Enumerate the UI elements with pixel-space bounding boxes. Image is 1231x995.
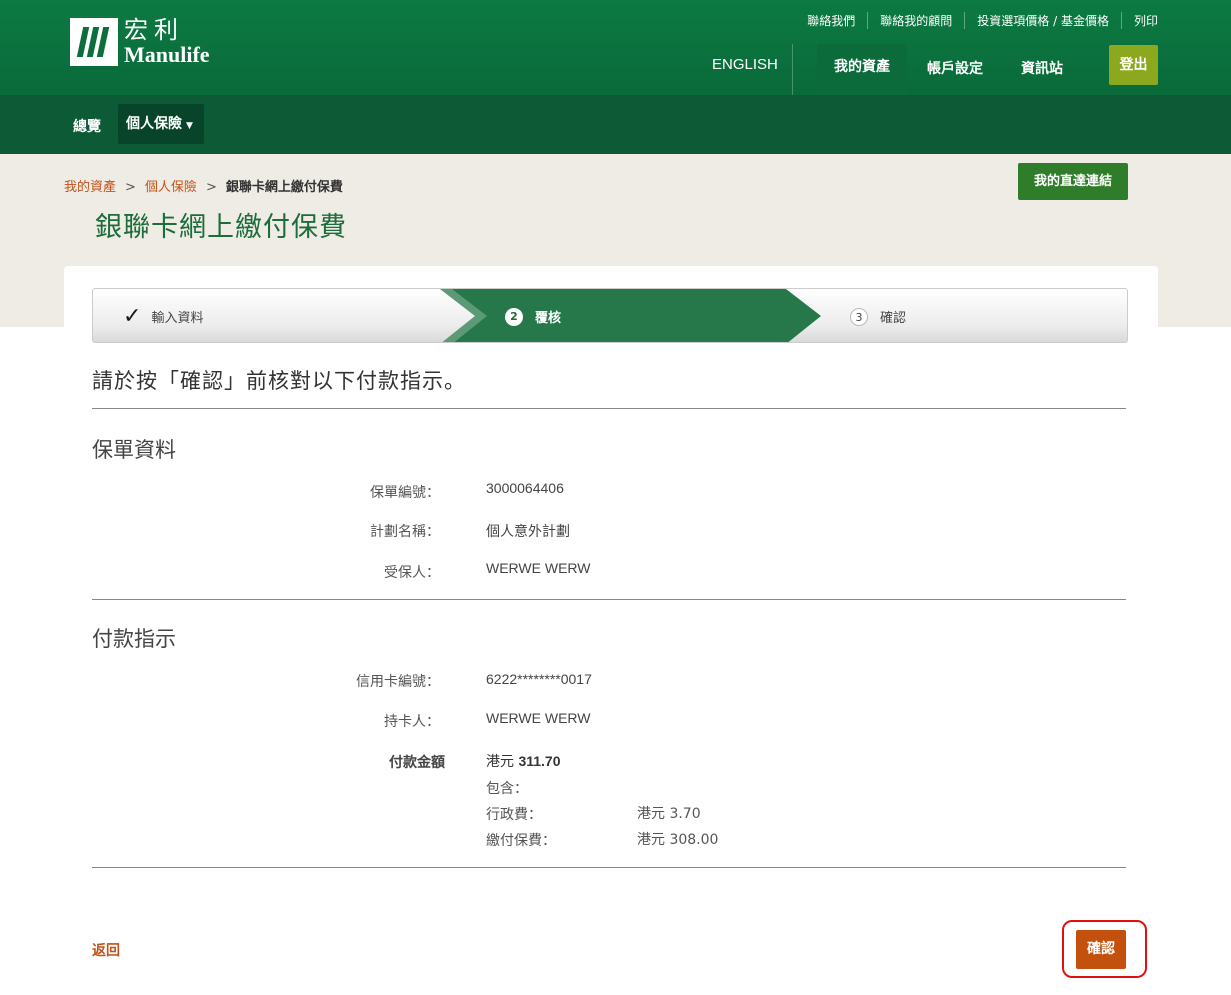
step-label: 輸入資料 [151,311,204,326]
includes-label: 包含： [486,781,528,797]
nav-info-station[interactable]: 資訊站 [1021,58,1063,78]
breadcrumb-separator: > [125,180,136,195]
step-label: 覆核 [535,311,562,326]
nav-divider [792,44,793,95]
contact-us-link[interactable]: 聯絡我們 [795,12,867,29]
breadcrumb-current: 銀聯卡網上繳付保費 [225,180,343,195]
policy-section-title: 保單資料 [92,438,176,462]
logo-name-cn: 宏利 [124,16,184,44]
language-switch-link[interactable]: ENGLISH [712,56,778,73]
premium-label: 繳付保費： [486,833,556,849]
logo-name-en: Manulife [124,42,210,67]
contact-advisor-link[interactable]: 聯絡我的顧問 [867,12,964,29]
manulife-logo[interactable]: 宏利 Manulife [70,18,210,66]
amount-label: 付款金額 [389,755,445,771]
amount-currency: 港元 [486,754,514,770]
admin-fee-label: 行政費： [486,807,542,823]
quick-links-button[interactable]: 我的直達連結 [1018,163,1128,200]
subnav-personal-insurance-dropdown[interactable]: 個人保險 ▼ [118,104,204,144]
instruction-text: 請於按「確認」前核對以下付款指示。 [92,369,466,393]
plan-name-label: 計劃名稱： [370,524,440,540]
amount-total: 港元 311.70 [486,751,561,771]
nav-account-settings[interactable]: 帳戶設定 [927,58,983,78]
admin-fee-value: 港元 3.70 [637,806,701,822]
step-number-badge: 3 [850,307,868,326]
nav-my-assets[interactable]: 我的資產 [817,44,907,95]
insured-value: WERWE WERW [486,560,591,576]
section-divider [92,408,1126,409]
confirm-button[interactable]: 確認 [1076,930,1126,969]
progress-steps: ✓ 輸入資料 2 覆核 3 確認 [92,288,1128,343]
policy-no-label: 保單編號： [370,485,440,501]
breadcrumb-my-assets[interactable]: 我的資產 [64,180,116,195]
breadcrumb-personal-insurance[interactable]: 個人保險 [145,180,197,195]
page-title: 銀聯卡網上繳付保費 [95,212,347,243]
policy-no-value: 3000064406 [486,480,564,496]
subnav-personal-insurance-label: 個人保險 [126,116,182,132]
manulife-logo-icon [70,18,118,66]
breadcrumb-separator: > [205,180,217,195]
cardholder-value: WERWE WERW [486,710,591,726]
insured-label: 受保人： [384,565,440,581]
section-divider [92,599,1126,600]
logout-button[interactable]: 登出 [1109,45,1158,85]
card-no-label: 信用卡編號： [356,674,440,690]
cardholder-label: 持卡人： [384,714,440,730]
plan-name-value: 個人意外計劃 [486,524,570,540]
step-label: 確認 [880,311,907,326]
step-review: 2 覆核 [505,289,562,342]
section-divider [92,867,1126,868]
amount-value: 311.70 [518,753,561,769]
back-link[interactable]: 返回 [92,940,120,960]
step-enter-details: ✓ 輸入資料 [123,289,204,342]
site-header: 宏利 Manulife 聯絡我們 聯絡我的顧問 投資選項價格 / 基金價格 列印… [0,0,1231,95]
fund-prices-link[interactable]: 投資選項價格 / 基金價格 [964,12,1121,29]
steps-arrow-graphic [440,289,821,342]
breadcrumb: 我的資產 > 個人保險 > 銀聯卡網上繳付保費 [64,176,343,195]
premium-value: 港元 308.00 [637,832,719,848]
card-no-value: 6222********0017 [486,671,592,687]
subnav-overview[interactable]: 總覽 [73,116,101,136]
sub-navigation: 總覽 個人保險 ▼ [0,95,1231,154]
step-number-badge: 2 [505,307,523,326]
caret-down-icon: ▼ [186,121,193,131]
checkmark-icon: ✓ [123,304,142,329]
payment-section-title: 付款指示 [92,627,176,651]
step-confirm: 3 確認 [850,289,907,342]
print-link[interactable]: 列印 [1120,12,1158,29]
utility-links: 聯絡我們 聯絡我的顧問 投資選項價格 / 基金價格 列印 [795,12,1158,29]
